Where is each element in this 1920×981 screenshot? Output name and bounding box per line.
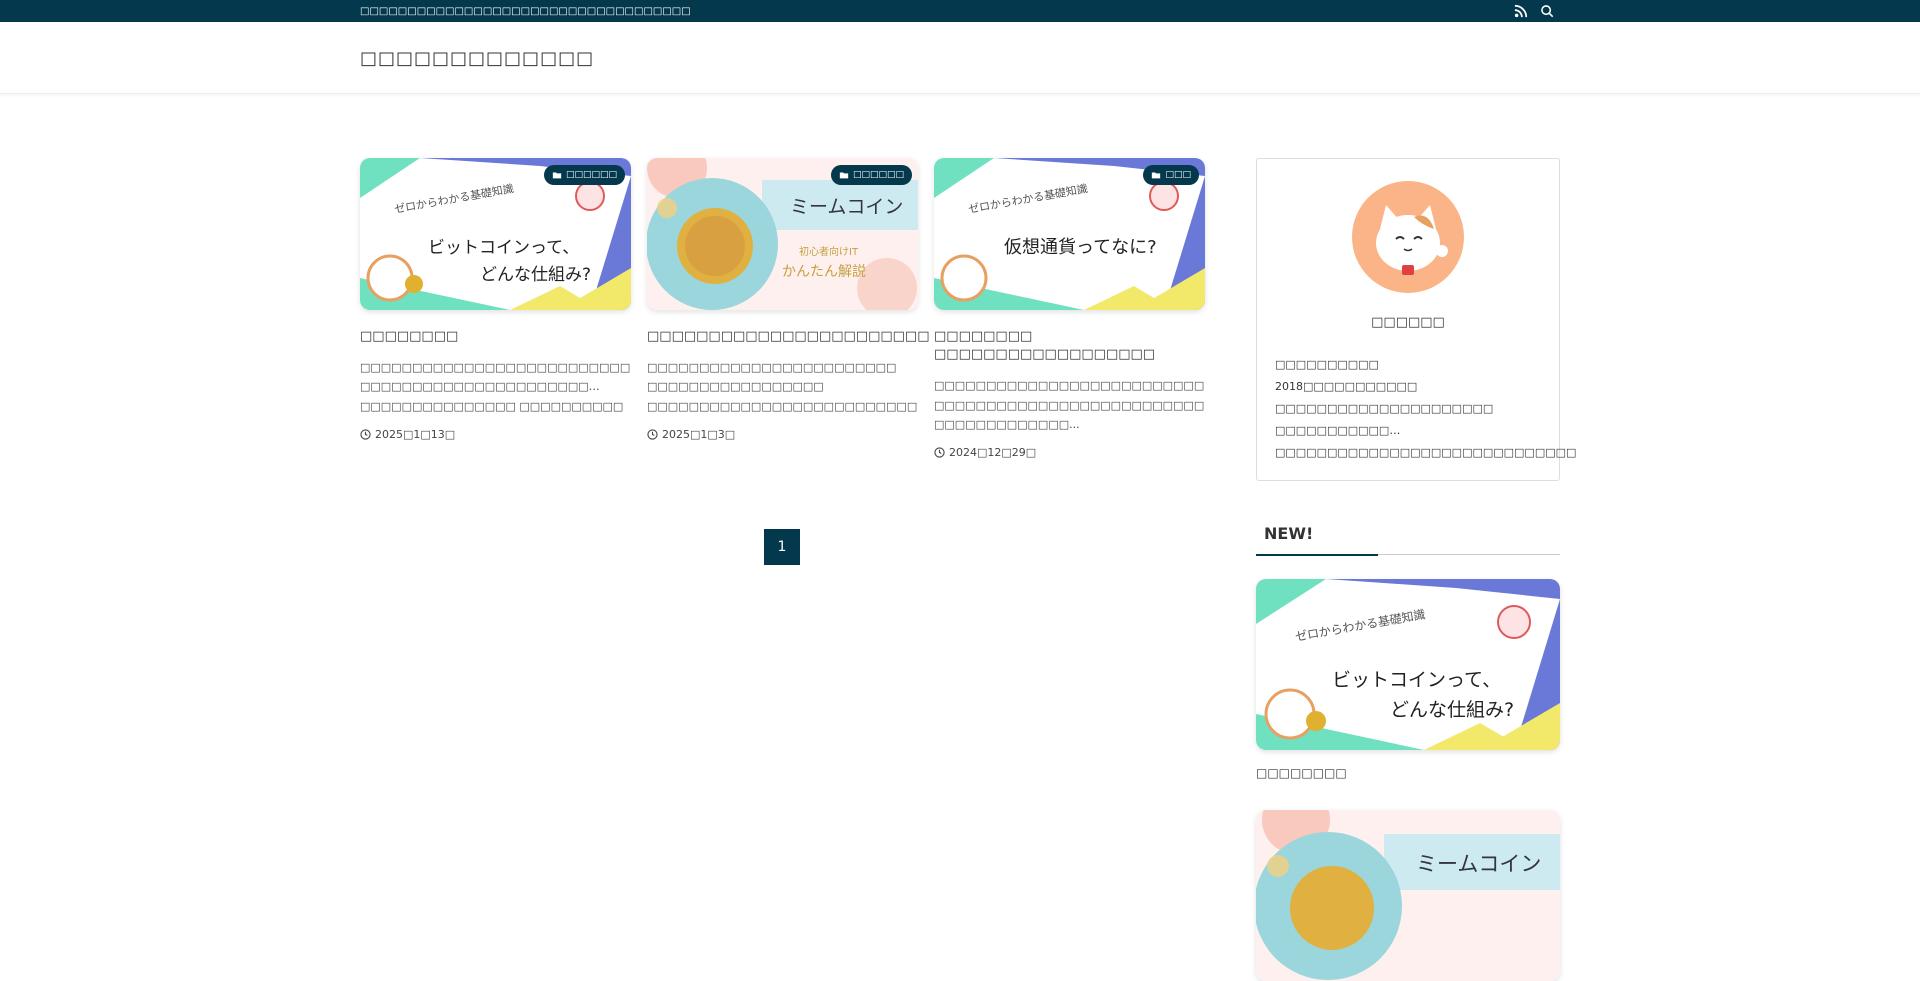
thumb-line3: どんな仕組み?	[1390, 699, 1514, 721]
category-badge[interactable]: □□□□□□	[543, 165, 625, 185]
thumb-line1: ミームコイン	[1416, 852, 1541, 876]
thumb-line3: かんたん解説	[782, 264, 866, 280]
post-card[interactable]: ミームコイン 初心者向けIT かんたん解説 □□□□□□ □□□□□□□□□□□…	[647, 158, 930, 459]
page-number-current[interactable]: 1	[764, 529, 800, 565]
clock-icon	[360, 429, 371, 440]
profile-widget: □□□□□□ □□□□□□□□□□ 2018□□□□□□□□□□□ □□□□□□…	[1256, 158, 1577, 481]
post-title[interactable]: □□□□□□□□	[360, 328, 631, 346]
thumb-line2: ビットコインって、	[1332, 669, 1501, 691]
thumb-line3: どんな仕組み?	[480, 265, 591, 285]
thumb-line1: ミームコイン	[790, 196, 903, 218]
post-date: 2025□1□3□	[647, 428, 918, 441]
rss-icon[interactable]	[1514, 4, 1528, 18]
post-excerpt: □□□□□□□□□□□□□□□□□□□□□□□□□□ □□□□□ □□□□□□□□…	[360, 361, 631, 413]
site-description: □□□□□□□□□□□□□□□□□□□□□□□□□□□□□□□□□□□	[360, 5, 691, 17]
post-card[interactable]: ゼロからわかる基礎知識 仮想通貨ってなに? □□□ □□□□□□□□ □□□□□…	[934, 158, 1205, 459]
category-badge[interactable]: □□□□□□	[830, 165, 912, 185]
category-badge[interactable]: □□□	[1143, 165, 1199, 185]
post-list: ゼロからわかる基礎知識 ビットコインって、 どんな仕組み? □□□□□□ □□□…	[360, 158, 1205, 459]
avatar	[1352, 181, 1464, 293]
site-header: □□□□□□□□□□□□□	[0, 22, 1920, 94]
profile-description: □□□□□□□□□□ 2018□□□□□□□□□□□ □□□□□□□□□□□□□…	[1275, 358, 1577, 459]
folder-icon	[839, 172, 849, 179]
post-card[interactable]: ゼロからわかる基礎知識 ビットコインって、 どんな仕組み? □□□□□□ □□□…	[360, 158, 631, 459]
post-excerpt: □□□□□□□□□□□□□□□□□□□□□□□□□□ □□□□□□□□□□□□ □…	[934, 379, 1205, 431]
new-post-thumbnail[interactable]: ゼロからわかる基礎知識 ビットコインって、 どんな仕組み?	[1256, 579, 1560, 750]
folder-icon	[552, 172, 562, 179]
profile-name: □□□□□□	[1371, 315, 1445, 330]
search-icon[interactable]	[1540, 4, 1554, 18]
main-content: ゼロからわかる基礎知識 ビットコインって、 どんな仕組み? □□□□□□ □□□…	[360, 158, 1205, 565]
thumb-line2: 初心者向けIT	[799, 245, 859, 258]
post-title[interactable]: □□□□□□□□□□□□□□□□□□□□□□□	[647, 328, 930, 346]
post-date: 2024□12□29□	[934, 446, 1205, 459]
post-thumbnail[interactable]: ゼロからわかる基礎知識 仮想通貨ってなに? □□□	[934, 158, 1205, 310]
post-excerpt: □□□□□□□□□□□□□□□□□□□□□□□□ □□□□□□□□□□□□□□□…	[647, 361, 918, 413]
thumb-line2: ビットコインって、	[428, 238, 579, 258]
site-title-link[interactable]: □□□□□□□□□□□□□	[360, 48, 594, 69]
new-post-title[interactable]: □□□□□□□□	[1256, 766, 1560, 780]
post-thumbnail[interactable]: ミームコイン 初心者向けIT かんたん解説 □□□□□□	[647, 158, 918, 310]
clock-icon	[934, 447, 945, 459]
sidebar: □□□□□□ □□□□□□□□□□ 2018□□□□□□□□□□□ □□□□□□…	[1256, 158, 1577, 981]
clock-icon	[647, 429, 658, 440]
post-thumbnail[interactable]: ゼロからわかる基礎知識 ビットコインって、 どんな仕組み? □□□□□□	[360, 158, 631, 310]
thumb-line2: 仮想通貨ってなに?	[1004, 237, 1157, 258]
post-title[interactable]: □□□□□□□□ □□□□□□□□□□□□□□□□□□	[934, 328, 1205, 364]
new-posts-heading: NEW!	[1256, 523, 1560, 556]
post-date: 2025□1□13□	[360, 428, 631, 441]
top-bar: □□□□□□□□□□□□□□□□□□□□□□□□□□□□□□□□□□□	[0, 0, 1920, 22]
folder-icon	[1152, 172, 1161, 179]
pagination: 1	[764, 529, 800, 565]
new-post-thumbnail[interactable]: ミームコイン	[1256, 810, 1560, 981]
